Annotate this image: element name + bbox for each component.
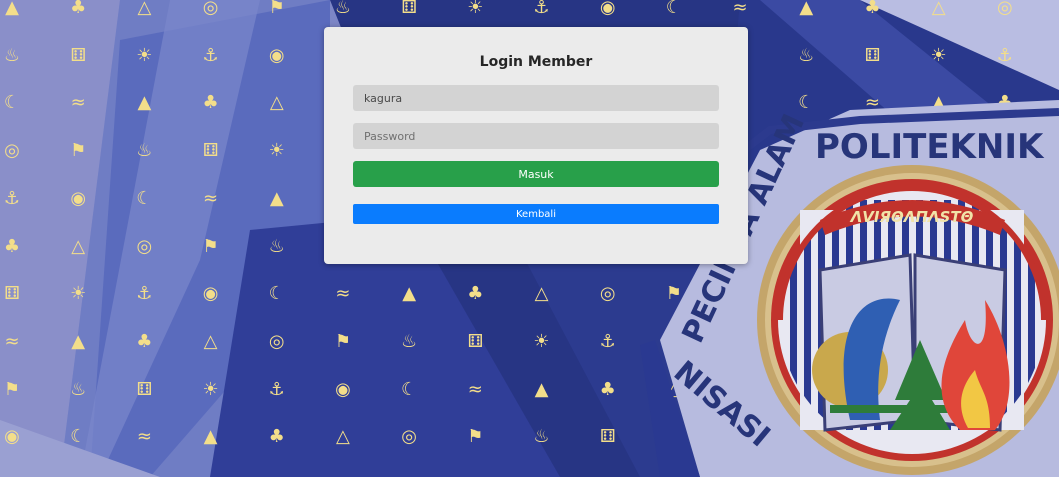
- password-input[interactable]: [353, 123, 719, 149]
- login-title: Login Member: [479, 54, 593, 70]
- login-page: ▲♣△◎⚑♨⚅☀⚓◉☾≈▲♣△◎♨⚅☀⚓◉♨⚅☀⚓☾≈▲♣△☾≈▲♣◎⚑♨⚅☀⚓…: [0, 0, 1059, 477]
- username-input[interactable]: [353, 85, 719, 111]
- login-card: Login Member Masuk Kembali: [324, 27, 748, 264]
- emblem-title-text: POLITEKNIK: [815, 127, 1045, 167]
- kembali-button[interactable]: Kembali: [353, 204, 719, 224]
- masuk-button[interactable]: Masuk: [353, 161, 719, 187]
- emblem-script-text: ΛVIЯΘΛΠΛЅΤΘ: [850, 208, 974, 226]
